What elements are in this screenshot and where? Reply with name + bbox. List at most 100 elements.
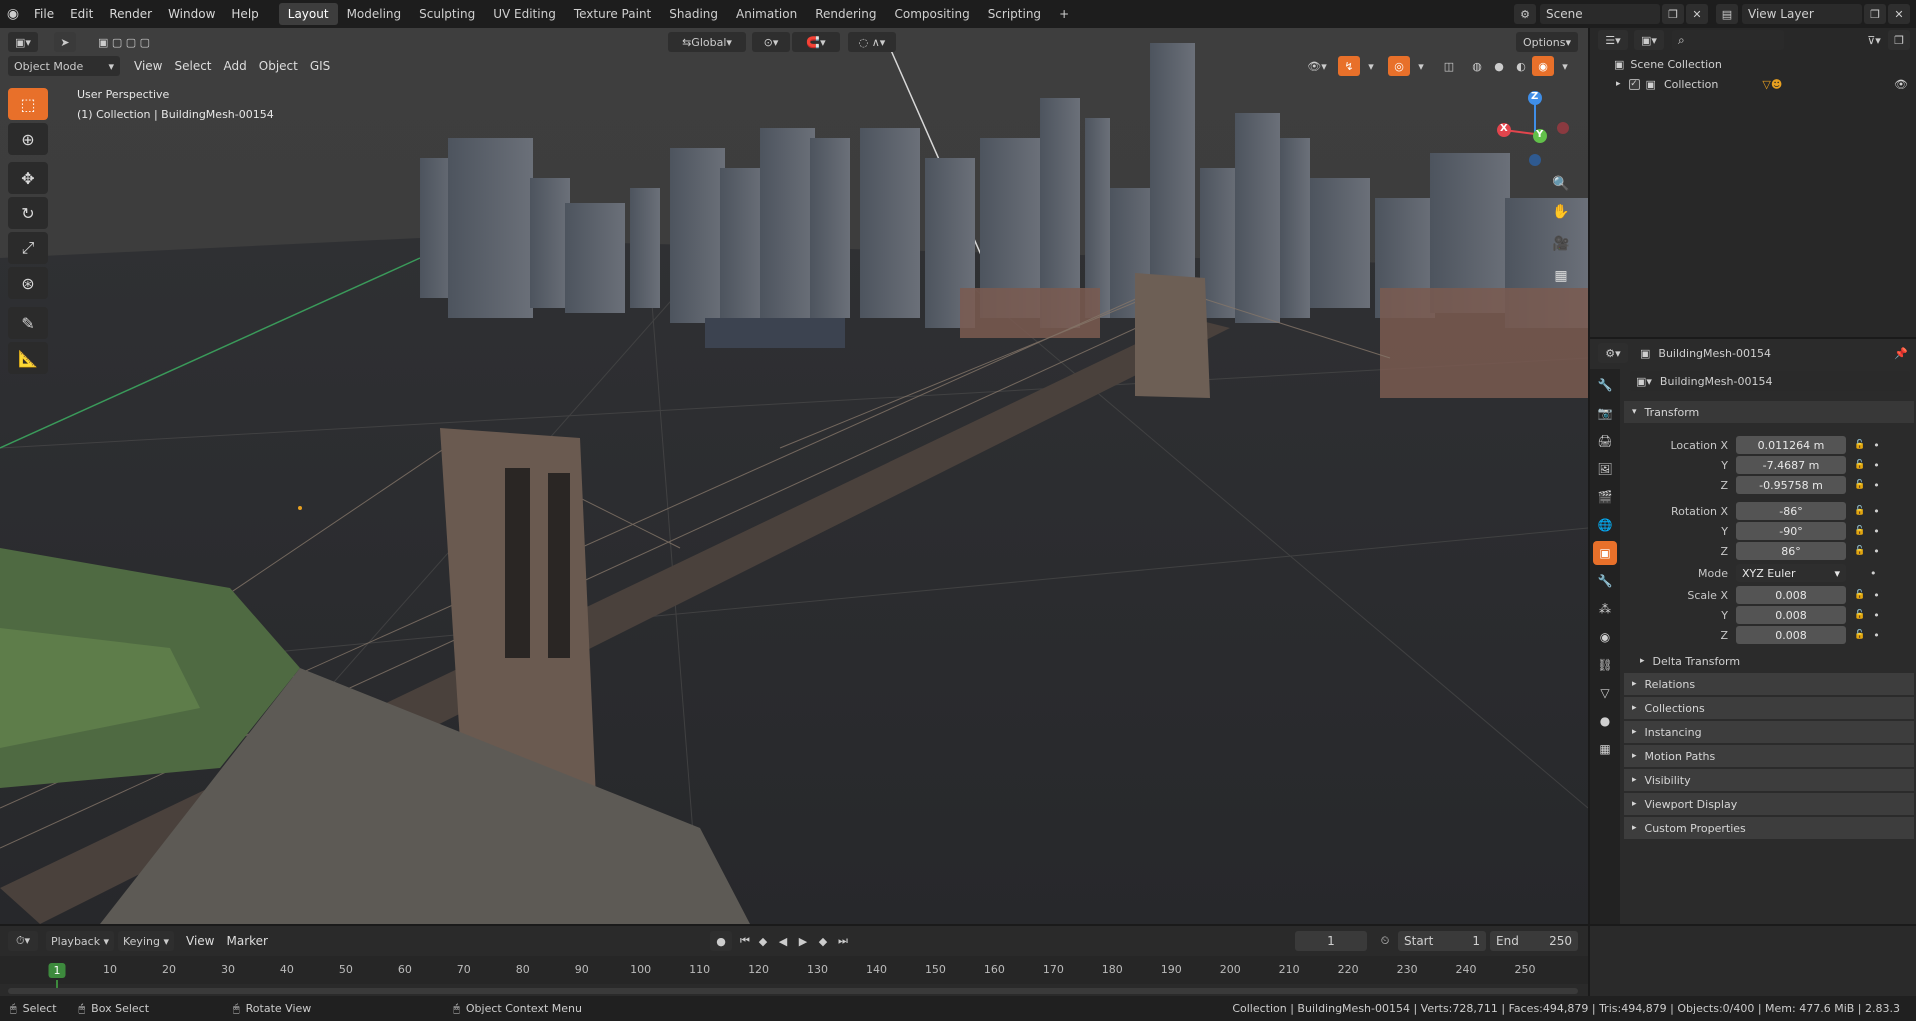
navigation-gizmo[interactable]: Z X Y (1495, 88, 1575, 168)
tab-rendering[interactable]: Rendering (806, 3, 885, 25)
menu-view[interactable]: View (128, 56, 168, 76)
transform-orientation-dropdown[interactable]: ⇆ Global ▾ (668, 32, 746, 52)
wireframe-shading-icon[interactable]: ◍ (1466, 56, 1488, 76)
collection-checkbox[interactable]: ✓ (1628, 78, 1640, 90)
data-tab-icon[interactable]: ▽ (1593, 681, 1617, 705)
record-icon[interactable]: ● (710, 931, 732, 951)
object-tab-icon[interactable]: ▣ (1593, 541, 1617, 565)
particles-tab-icon[interactable]: ⁂ (1593, 597, 1617, 621)
measure-tool-icon[interactable]: 📐 (8, 342, 48, 374)
keyframe-dot-icon[interactable]: • (1873, 629, 1880, 642)
transform-panel-header[interactable]: ▾ Transform (1624, 401, 1914, 423)
keyframe-dot-icon[interactable]: • (1873, 479, 1880, 492)
material-tab-icon[interactable]: ● (1593, 709, 1617, 733)
delete-view-layer-icon[interactable]: ✕ (1888, 4, 1910, 24)
start-frame-field[interactable]: Start 1 (1398, 931, 1486, 951)
solid-shading-icon[interactable]: ● (1488, 56, 1510, 76)
timeline-menu-marker[interactable]: Marker (220, 931, 273, 951)
custom-properties-panel[interactable]: ▸ Custom Properties (1624, 817, 1914, 839)
keyframe-dot-icon[interactable]: • (1873, 459, 1880, 472)
overlay-toggle-icon[interactable]: ◎ (1388, 56, 1410, 76)
current-frame-field[interactable]: 1 (1295, 931, 1367, 951)
menu-add[interactable]: Add (218, 56, 253, 76)
tab-modeling[interactable]: Modeling (338, 3, 411, 25)
pivot-icon[interactable]: ⊙▾ (752, 32, 790, 52)
lock-icon[interactable]: 🔓 (1854, 460, 1865, 470)
lock-icon[interactable]: 🔓 (1854, 506, 1865, 516)
tab-animation[interactable]: Animation (727, 3, 806, 25)
tool-tab-icon[interactable]: 🔧 (1593, 373, 1617, 397)
rotation-mode-dropdown[interactable]: XYZ Euler ▾ (1736, 564, 1846, 582)
display-mode-icon[interactable]: ▣▾ (1634, 30, 1664, 50)
view-layer-tab-icon[interactable]: 🖼 (1593, 457, 1617, 481)
gizmo-dropdown-icon[interactable]: ▾ (1360, 56, 1382, 76)
select-box-tool-icon[interactable]: ⬚ (8, 88, 48, 120)
menu-render[interactable]: Render (101, 3, 160, 25)
next-keyframe-icon[interactable]: ◆ (812, 931, 834, 951)
add-workspace-icon[interactable]: + (1050, 3, 1078, 25)
texture-tab-icon[interactable]: ▦ (1593, 737, 1617, 761)
menu-window[interactable]: Window (160, 3, 223, 25)
tab-scripting[interactable]: Scripting (979, 3, 1050, 25)
tab-texture-paint[interactable]: Texture Paint (565, 3, 660, 25)
keyframe-dot-icon[interactable]: • (1873, 589, 1880, 602)
lock-icon[interactable]: 🔓 (1854, 546, 1865, 556)
frame-ruler[interactable]: 1 10 20 30 40 50 60 70 80 90 100 110 120 130 140 150 160… (0, 956, 1588, 994)
outliner-collection-row[interactable]: ▸ ✓ ▣ Collection ▽ ☻ 👁 (1590, 74, 1916, 94)
ortho-grid-icon[interactable]: ▦ (1547, 262, 1575, 290)
menu-gis[interactable]: GIS (304, 56, 336, 76)
constraints-tab-icon[interactable]: ⛓ (1593, 653, 1617, 677)
keying-dropdown[interactable]: Keying ▾ (118, 931, 174, 951)
delete-scene-icon[interactable]: ✕ (1686, 4, 1708, 24)
instancing-panel[interactable]: ▸ Instancing (1624, 721, 1914, 743)
object-name-field[interactable]: ▣▾ BuildingMesh-00154 (1630, 371, 1910, 391)
menu-select[interactable]: Select (168, 56, 217, 76)
output-tab-icon[interactable]: 🖨 (1593, 429, 1617, 453)
outliner-search-input[interactable]: ⌕ (1672, 30, 1784, 50)
visibility-panel[interactable]: ▸ Visibility (1624, 769, 1914, 791)
rotate-tool-icon[interactable]: ↻ (8, 197, 48, 229)
options-dropdown[interactable]: Options ▾ (1516, 32, 1578, 52)
move-tool-icon[interactable]: ✥ (8, 162, 48, 194)
playback-dropdown[interactable]: Playback ▾ (46, 931, 114, 951)
render-tab-icon[interactable]: 📷 (1593, 401, 1617, 425)
lock-icon[interactable]: 🔓 (1854, 480, 1865, 490)
snap-icon[interactable]: 🧲▾ (792, 32, 840, 52)
lock-icon[interactable]: 🔓 (1854, 610, 1865, 620)
annotate-tool-icon[interactable]: ✎ (8, 307, 48, 339)
scale-x-field[interactable]: 0.008 (1736, 586, 1846, 604)
outliner-root-row[interactable]: ▣ Scene Collection (1614, 55, 1722, 73)
view-layer-field[interactable]: View Layer (1742, 4, 1862, 24)
motion-paths-panel[interactable]: ▸ Motion Paths (1624, 745, 1914, 767)
material-shading-icon[interactable]: ◐ (1510, 56, 1532, 76)
tab-uv-editing[interactable]: UV Editing (484, 3, 565, 25)
tab-compositing[interactable]: Compositing (885, 3, 978, 25)
new-collection-icon[interactable]: ❐ (1888, 30, 1910, 50)
pan-hand-icon[interactable]: ✋ (1547, 198, 1575, 226)
menu-help[interactable]: Help (223, 3, 266, 25)
camera-view-icon[interactable]: 🎥 (1547, 230, 1575, 258)
select-mode-icon[interactable]: ▣ ▢ ▢ ▢ (82, 32, 166, 52)
overlay-dropdown-icon[interactable]: ▾ (1410, 56, 1432, 76)
select-tool-icon[interactable]: ➤ (54, 32, 76, 52)
modifier-tab-icon[interactable]: 🔧 (1593, 569, 1617, 593)
location-z-field[interactable]: -0.95758 m (1736, 476, 1846, 494)
new-scene-icon[interactable]: ❐ (1662, 4, 1684, 24)
scene-field[interactable]: Scene (1540, 4, 1660, 24)
tab-sculpting[interactable]: Sculpting (410, 3, 484, 25)
timeline-scrollbar[interactable] (8, 988, 1578, 994)
tab-layout[interactable]: Layout (278, 3, 338, 25)
proportional-edit-icon[interactable]: ◌ ∧▾ (848, 32, 896, 52)
lock-icon[interactable]: 🔓 (1854, 630, 1865, 640)
viewport-display-panel[interactable]: ▸ Viewport Display (1624, 793, 1914, 815)
rotation-z-field[interactable]: 86° (1736, 542, 1846, 560)
xray-icon[interactable]: ◫ (1438, 56, 1460, 76)
mode-dropdown[interactable]: Object Mode ▾ (8, 56, 120, 76)
jump-end-icon[interactable]: ⏭ (832, 931, 854, 951)
rotation-x-field[interactable]: -86° (1736, 502, 1846, 520)
3d-viewport[interactable] (0, 28, 1588, 924)
keyframe-dot-icon[interactable]: • (1873, 525, 1880, 538)
transform-tool-icon[interactable]: ⊛ (8, 267, 48, 299)
play-reverse-icon[interactable]: ◀ (772, 931, 794, 951)
location-x-field[interactable]: 0.011264 m (1736, 436, 1846, 454)
